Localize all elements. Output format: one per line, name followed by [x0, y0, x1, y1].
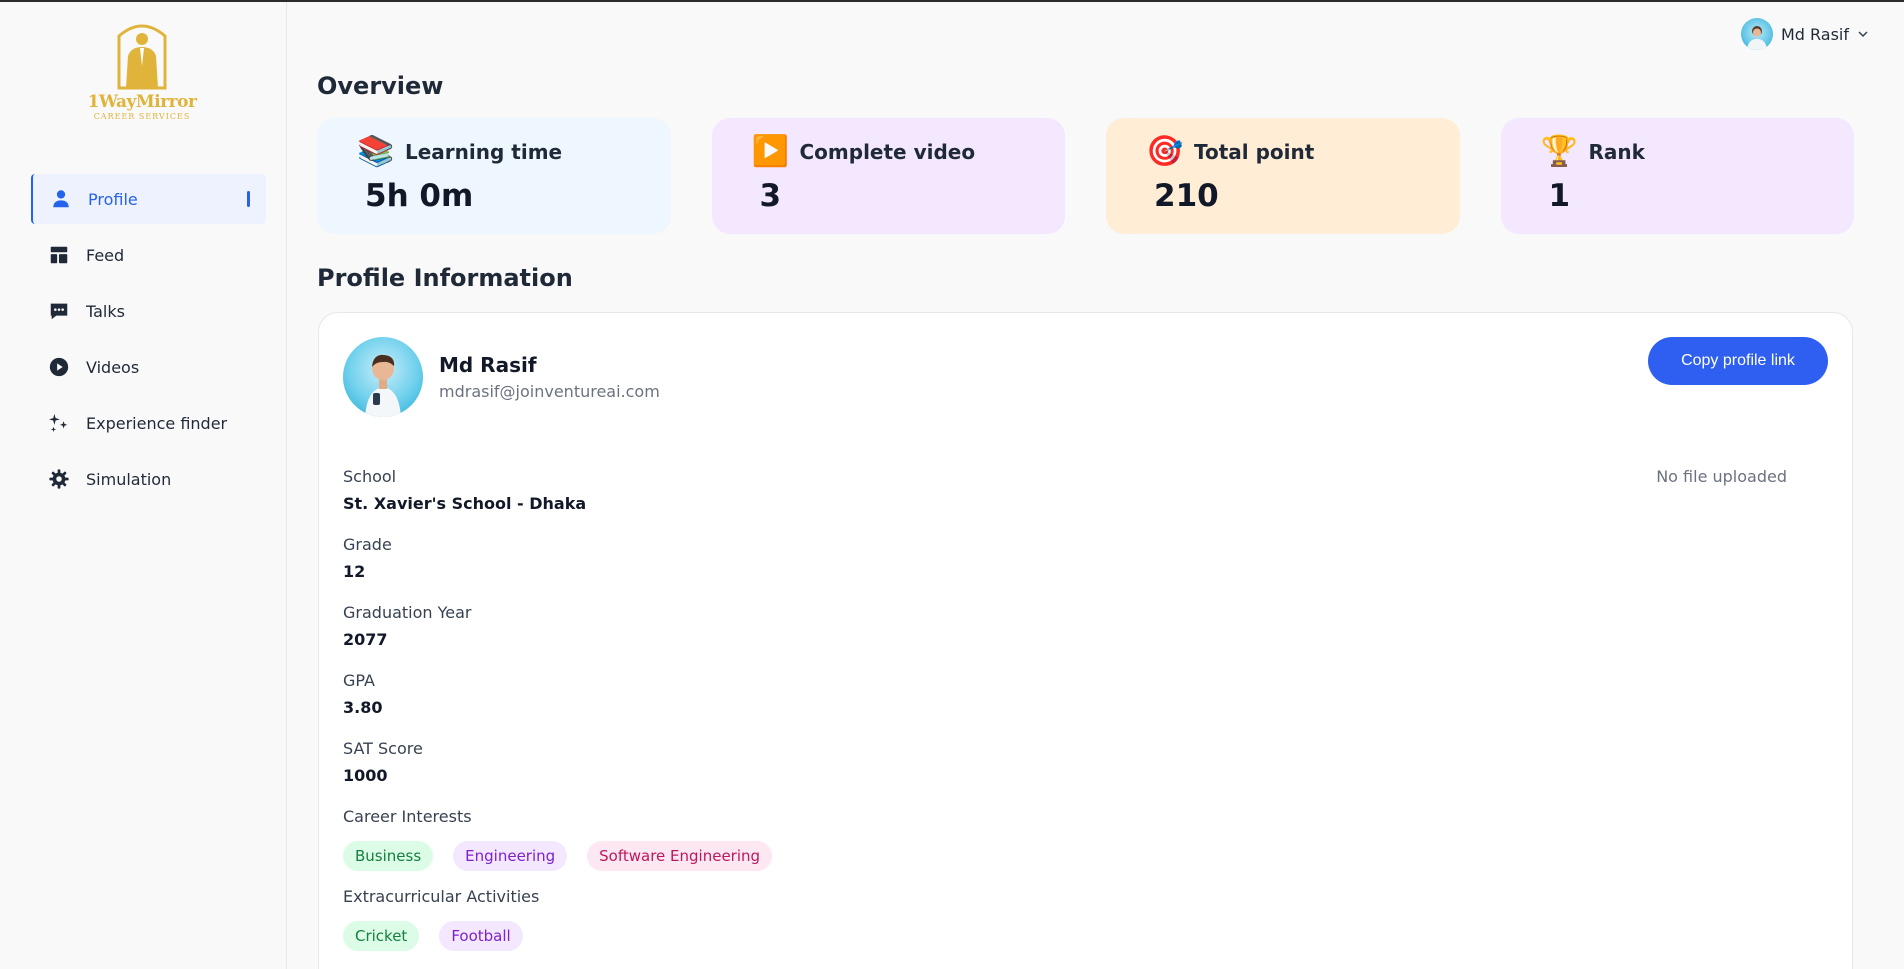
stat-value: 210: [1154, 178, 1219, 214]
sidebar-item-label: Simulation: [86, 469, 172, 489]
sidebar: 1WayMirror CAREER SERVICES Profile Feed …: [0, 2, 287, 969]
avatar: [1740, 18, 1773, 50]
tag: Business: [343, 841, 434, 871]
target-icon: 🎯: [1146, 134, 1184, 169]
stat-card-complete-video: ▶️ Complete video 3: [711, 118, 1065, 234]
profile-avatar: [343, 337, 423, 417]
profile-fields: School St. Xavier's School - Dhaka Grade…: [343, 467, 586, 807]
stat-label: Learning time: [405, 140, 563, 164]
profile-email: mdrasif@joinventureai.com: [439, 382, 660, 401]
field-value: 1000: [343, 766, 388, 785]
sidebar-item-label: Feed: [86, 245, 125, 265]
field-value: 3.80: [343, 698, 383, 717]
file-status: No file uploaded: [1656, 467, 1787, 486]
tag: Football: [439, 921, 523, 951]
stat-card-learning-time: 📚 Learning time 5h 0m: [317, 118, 671, 234]
stat-label: Complete video: [799, 140, 976, 164]
profile-info-title: Profile Information: [317, 264, 573, 292]
gear-icon: [48, 468, 70, 490]
field-label: SAT Score: [343, 739, 423, 758]
field-value: St. Xavier's School - Dhaka: [343, 494, 587, 513]
stat-card-total-point: 🎯 Total point 210: [1106, 118, 1460, 234]
play-button-icon: ▶️: [751, 134, 789, 169]
logo-text: 1WayMirror: [87, 92, 197, 112]
profile-card: Md Rasif mdrasif@joinventureai.com Copy …: [318, 312, 1853, 969]
user-menu[interactable]: Md Rasif: [1740, 18, 1869, 50]
career-interests: Career Interests Business Engineering So…: [343, 807, 773, 871]
sidebar-item-feed[interactable]: Feed: [31, 230, 266, 280]
user-name: Md Rasif: [1780, 24, 1849, 44]
stat-label: Total point: [1194, 140, 1315, 164]
sidebar-nav: Profile Feed Talks Videos Experience fin…: [31, 174, 266, 510]
field-grade: Grade 12: [343, 535, 586, 603]
logo-subtext: CAREER SERVICES: [93, 112, 191, 121]
tag: Engineering: [453, 841, 568, 871]
sidebar-item-talks[interactable]: Talks: [31, 286, 266, 336]
stat-value: 1: [1548, 178, 1571, 214]
field-label: GPA: [343, 671, 375, 690]
tag: Software Engineering: [587, 841, 773, 871]
stat-value: 5h 0m: [365, 178, 474, 214]
stat-card-rank: 🏆 Rank 1: [1500, 118, 1854, 234]
profile-name: Md Rasif: [439, 353, 537, 377]
extracurricular-label: Extracurricular Activities: [343, 887, 540, 906]
layout-icon: [48, 244, 70, 266]
sidebar-item-profile[interactable]: Profile: [31, 174, 266, 224]
extracurricular-activities: Extracurricular Activities Cricket Footb…: [343, 887, 539, 951]
field-label: School: [343, 467, 397, 486]
career-interests-label: Career Interests: [343, 807, 472, 826]
field-graduation-year: Graduation Year 2077: [343, 603, 586, 671]
sidebar-item-label: Experience finder: [86, 413, 228, 433]
stats-row: 📚 Learning time 5h 0m ▶️ Complete video …: [317, 118, 1854, 234]
overview-title: Overview: [317, 72, 444, 100]
sidebar-item-label: Profile: [88, 189, 138, 209]
sidebar-item-simulation[interactable]: Simulation: [31, 454, 266, 504]
field-gpa: GPA 3.80: [343, 671, 586, 739]
tag: Cricket: [343, 921, 420, 951]
books-icon: 📚: [357, 134, 395, 169]
sparkles-icon: [48, 412, 70, 434]
copy-profile-link-button[interactable]: Copy profile link: [1648, 337, 1828, 385]
stat-value: 3: [759, 178, 782, 214]
chat-icon: [48, 300, 70, 322]
sidebar-item-experience-finder[interactable]: Experience finder: [31, 398, 266, 448]
logo-emblem-icon: [117, 24, 167, 90]
chevron-down-icon: [1857, 25, 1869, 44]
stat-label: Rank: [1588, 140, 1645, 164]
sidebar-item-label: Videos: [86, 357, 140, 377]
active-indicator: [247, 191, 250, 207]
field-school: School St. Xavier's School - Dhaka: [343, 467, 586, 535]
field-label: Graduation Year: [343, 603, 472, 622]
field-value: 12: [343, 562, 366, 581]
field-label: Grade: [343, 535, 392, 554]
field-value: 2077: [343, 630, 388, 649]
play-icon: [48, 356, 70, 378]
user-icon: [50, 188, 72, 210]
field-sat-score: SAT Score 1000: [343, 739, 586, 807]
sidebar-item-label: Talks: [86, 301, 125, 321]
brand-logo[interactable]: 1WayMirror CAREER SERVICES: [86, 22, 198, 137]
sidebar-item-videos[interactable]: Videos: [31, 342, 266, 392]
trophy-icon: 🏆: [1540, 134, 1578, 169]
